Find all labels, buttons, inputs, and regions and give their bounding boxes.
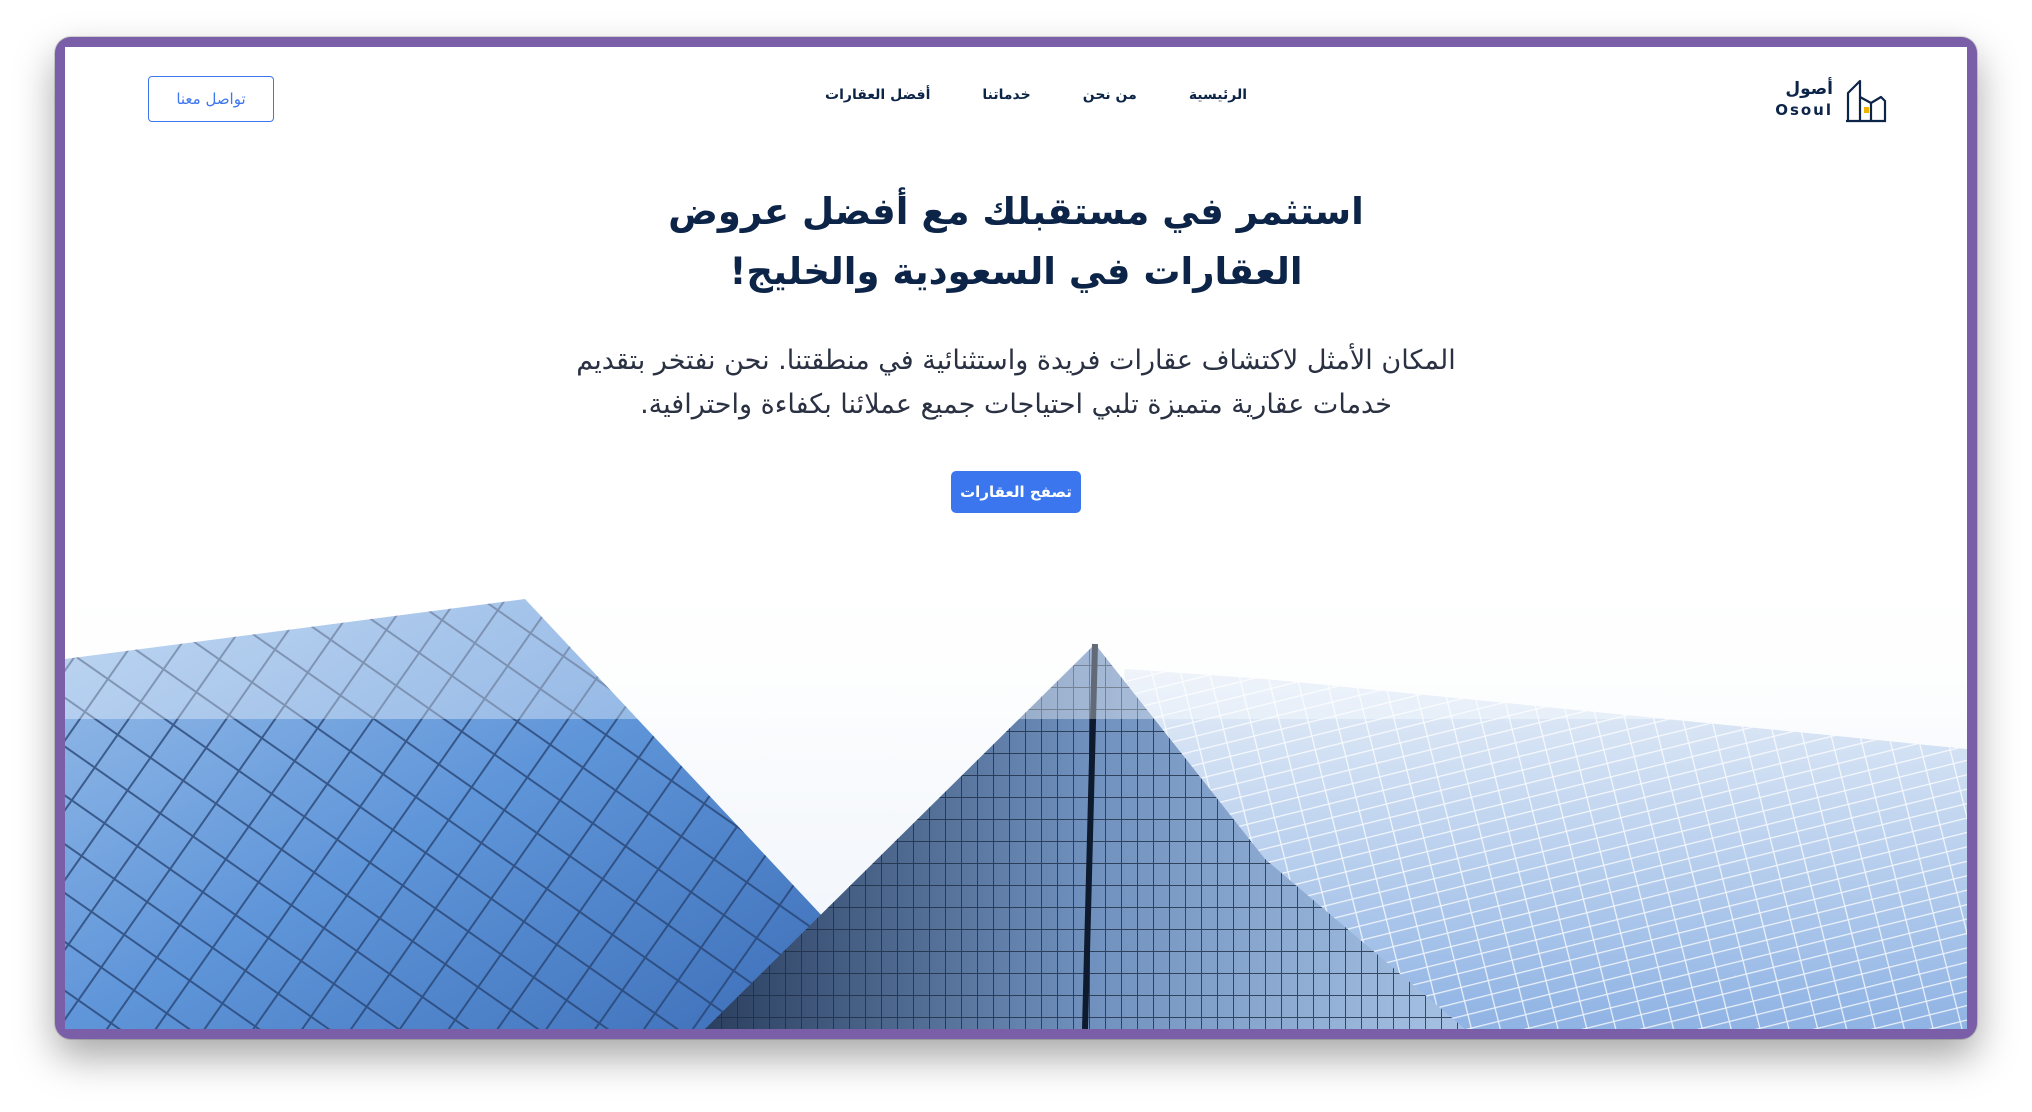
hero-title-line-1: استثمر في مستقبلك مع أفضل عروض xyxy=(668,190,1364,233)
landing-page: أصول Osoul الرئيسية من نحن خدماتنا أفضل … xyxy=(65,47,1967,1029)
nav-best-properties[interactable]: أفضل العقارات xyxy=(825,87,930,103)
hero-subtitle-line-2: خدمات عقارية متميزة تلبي احتياجات جميع ع… xyxy=(640,389,1392,420)
nav-about[interactable]: من نحن xyxy=(1083,87,1137,103)
nav-home[interactable]: الرئيسية xyxy=(1189,87,1247,103)
site-header: أصول Osoul الرئيسية من نحن خدماتنا أفضل … xyxy=(65,47,1967,147)
hero-title: استثمر في مستقبلك مع أفضل عروض العقارات … xyxy=(65,182,1967,302)
skyscrapers-hero-image xyxy=(65,599,1967,1029)
browse-properties-button[interactable]: تصفح العقارات xyxy=(951,471,1081,513)
main-nav: الرئيسية من نحن خدماتنا أفضل العقارات xyxy=(65,87,1967,103)
hero-subtitle-line-1: المكان الأمثل لاكتشاف عقارات فريدة واستث… xyxy=(576,345,1456,376)
hero-title-line-2: العقارات في السعودية والخليج! xyxy=(729,250,1303,293)
contact-us-button[interactable]: تواصل معنا xyxy=(148,76,274,122)
brand-name-english: Osoul xyxy=(1775,101,1833,119)
hero-subtitle: المكان الأمثل لاكتشاف عقارات فريدة واستث… xyxy=(65,339,1967,427)
nav-services[interactable]: خدماتنا xyxy=(982,87,1030,103)
